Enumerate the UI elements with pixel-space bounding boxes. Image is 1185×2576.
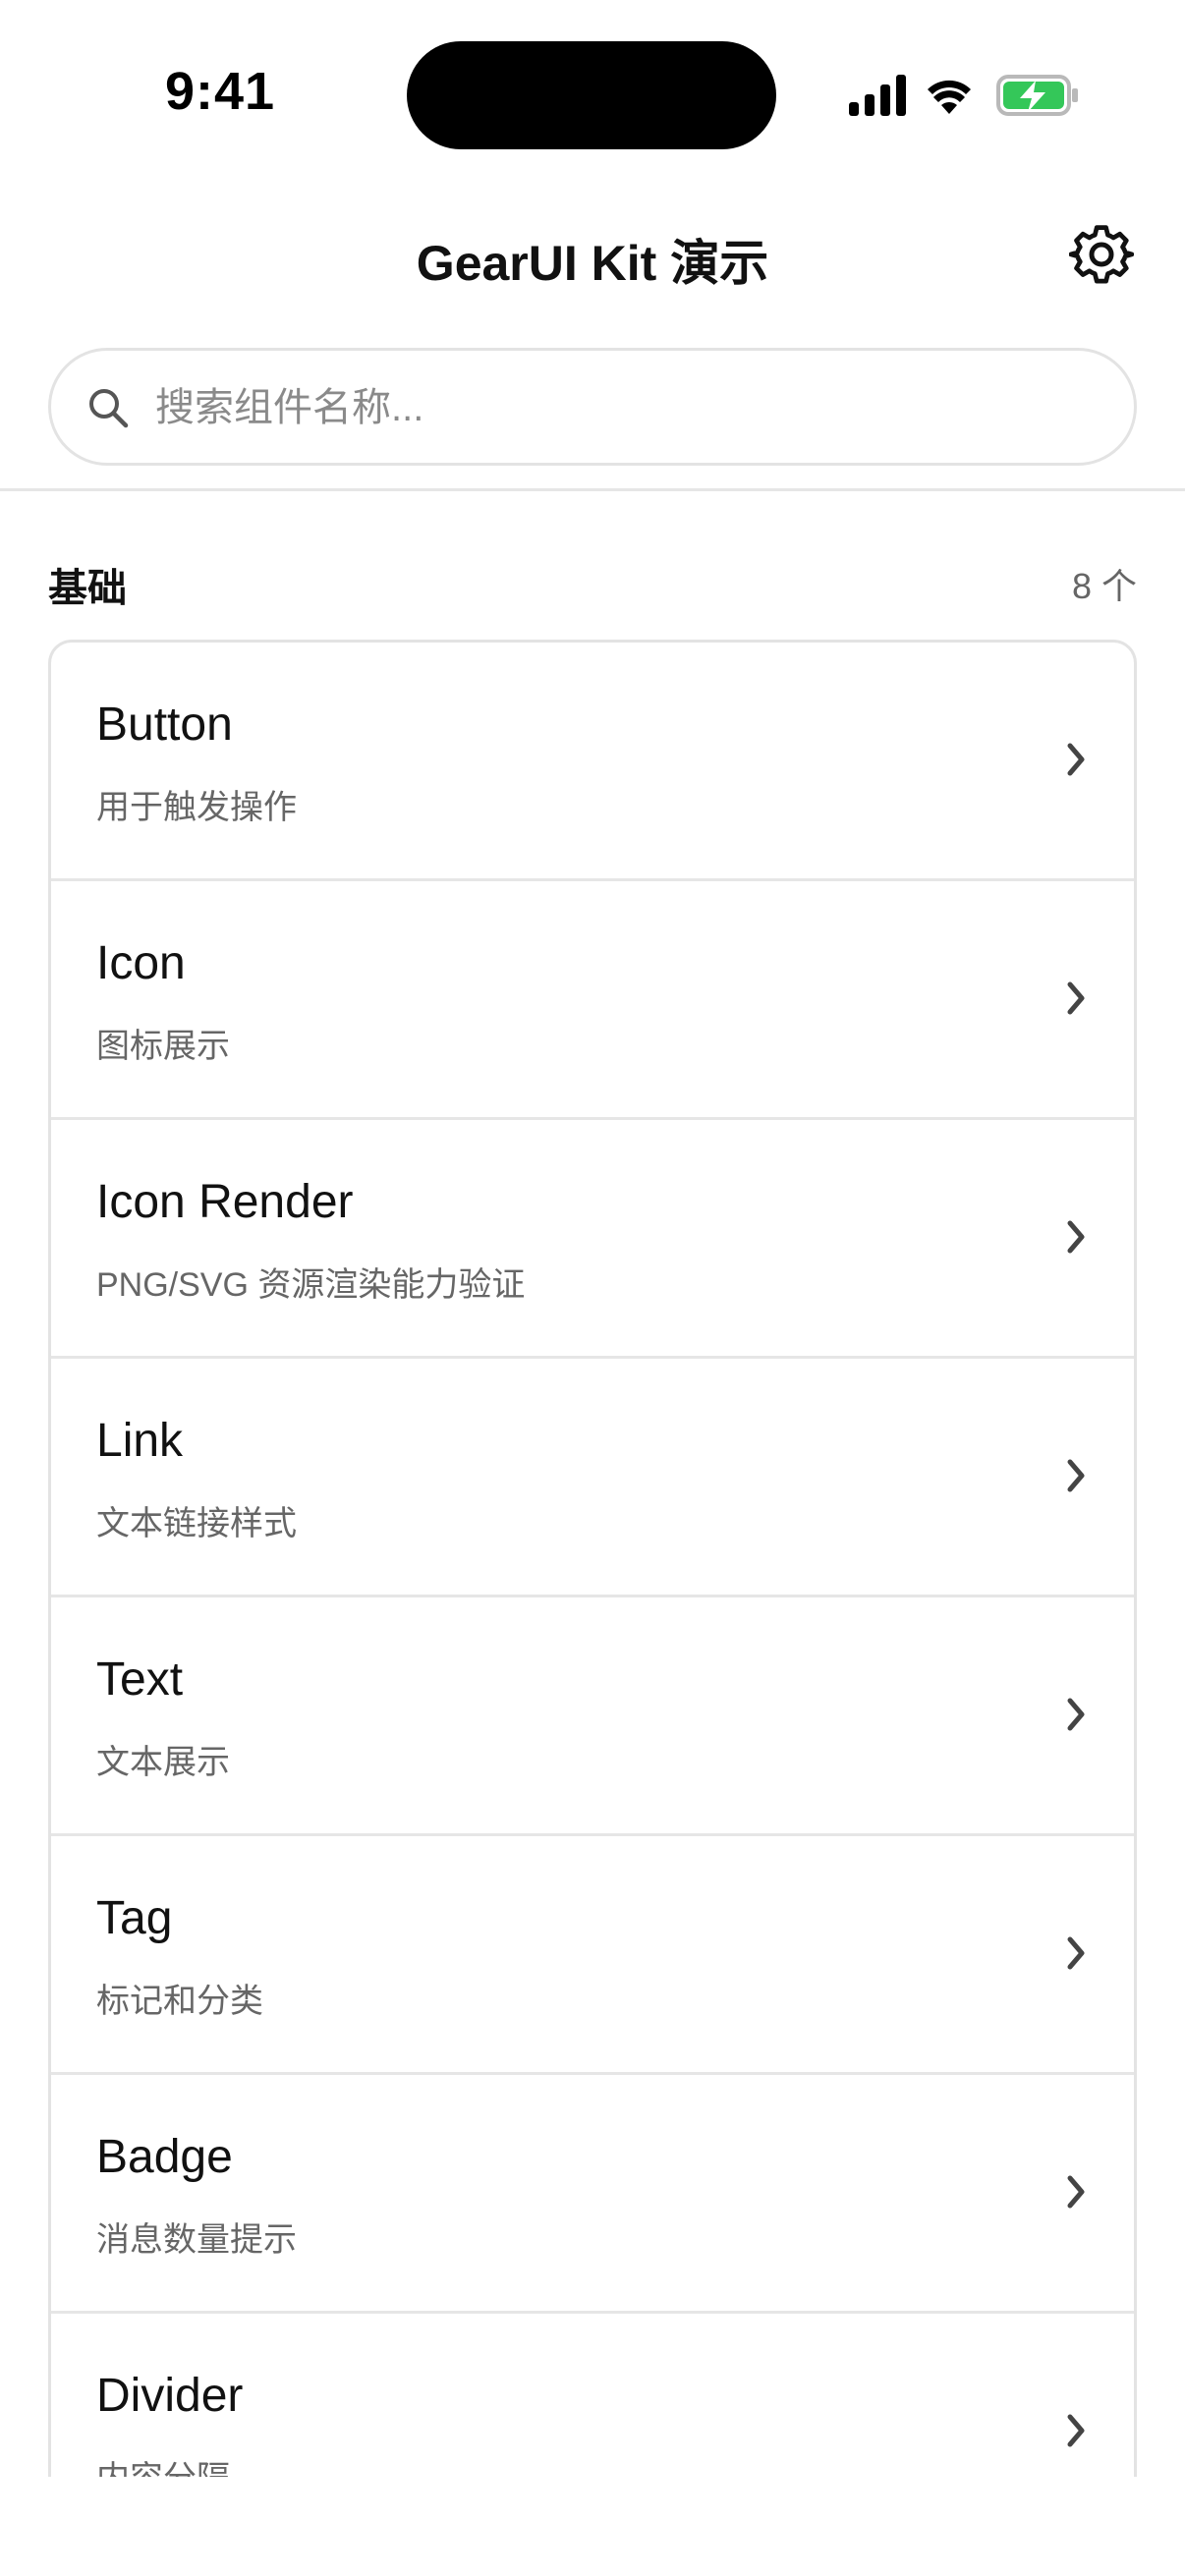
wifi-icon bbox=[928, 80, 971, 114]
list-item-description: 文本展示 bbox=[96, 1744, 230, 1781]
chevron-right-icon bbox=[1067, 981, 1085, 1015]
status-icons bbox=[849, 75, 1078, 116]
list-item-title: Text bbox=[96, 1653, 184, 1706]
section-title: 基础 bbox=[48, 567, 127, 610]
list-item-description: PNG/SVG 资源渲染能力验证 bbox=[96, 1266, 526, 1304]
list-item-icon-render[interactable]: Icon Render PNG/SVG 资源渲染能力验证 bbox=[51, 1120, 1134, 1359]
chevron-right-icon bbox=[1067, 1698, 1085, 1731]
status-bar: 9:41 bbox=[0, 0, 1185, 167]
list-item-title: Icon Render bbox=[96, 1176, 354, 1228]
page-title: GearUI Kit 演示 bbox=[416, 236, 769, 291]
list-item-text[interactable]: Text 文本展示 bbox=[51, 1597, 1134, 1836]
battery-charging-icon bbox=[996, 75, 1078, 116]
bottom-safe-area bbox=[0, 2477, 1185, 2576]
chevron-right-icon bbox=[1067, 1459, 1085, 1492]
list-item-link[interactable]: Link 文本链接样式 bbox=[51, 1359, 1134, 1597]
list-item-title: Link bbox=[96, 1415, 184, 1467]
list-item-icon[interactable]: Icon 图标展示 bbox=[51, 881, 1134, 1120]
search-icon bbox=[89, 389, 129, 428]
list-item-description: 图标展示 bbox=[96, 1028, 230, 1065]
list-item-title: Button bbox=[96, 699, 233, 751]
list-item-title: Tag bbox=[96, 1892, 173, 1944]
dynamic-island bbox=[407, 41, 776, 149]
cellular-signal-icon bbox=[849, 75, 906, 116]
list-item-button[interactable]: Button 用于触发操作 bbox=[51, 643, 1134, 881]
search-input[interactable] bbox=[155, 368, 1099, 447]
chevron-right-icon bbox=[1067, 1936, 1085, 1970]
component-list: Button 用于触发操作 Icon 图标展示 Icon Render PNG/… bbox=[48, 640, 1137, 2477]
chevron-right-icon bbox=[1067, 1220, 1085, 1254]
section-header: 基础 8 个 bbox=[48, 556, 1137, 615]
list-item-title: Divider bbox=[96, 2370, 244, 2422]
list-item-title: Icon bbox=[96, 937, 186, 989]
list-item-badge[interactable]: Badge 消息数量提示 bbox=[51, 2075, 1134, 2314]
settings-button[interactable] bbox=[1068, 222, 1135, 287]
list-item-divider[interactable]: Divider 内容分隔 bbox=[51, 2314, 1134, 2477]
nav-bar: GearUI Kit 演示 bbox=[0, 196, 1185, 314]
list-item-description: 标记和分类 bbox=[96, 1983, 263, 2020]
gear-icon bbox=[1068, 225, 1135, 284]
status-time: 9:41 bbox=[165, 62, 276, 121]
chevron-right-icon bbox=[1067, 743, 1085, 776]
header-divider bbox=[0, 488, 1185, 491]
list-item-description: 文本链接样式 bbox=[96, 1505, 297, 1542]
list-item-title: Badge bbox=[96, 2131, 233, 2183]
list-item-tag[interactable]: Tag 标记和分类 bbox=[51, 1836, 1134, 2075]
list-item-description: 消息数量提示 bbox=[96, 2221, 297, 2259]
search-bar bbox=[48, 348, 1137, 466]
list-item-description: 用于触发操作 bbox=[96, 789, 297, 826]
list-item-description: 内容分隔 bbox=[96, 2451, 230, 2477]
chevron-right-icon bbox=[1067, 2175, 1085, 2209]
chevron-right-icon bbox=[1067, 2414, 1085, 2447]
section-count: 8 个 bbox=[1071, 566, 1137, 606]
